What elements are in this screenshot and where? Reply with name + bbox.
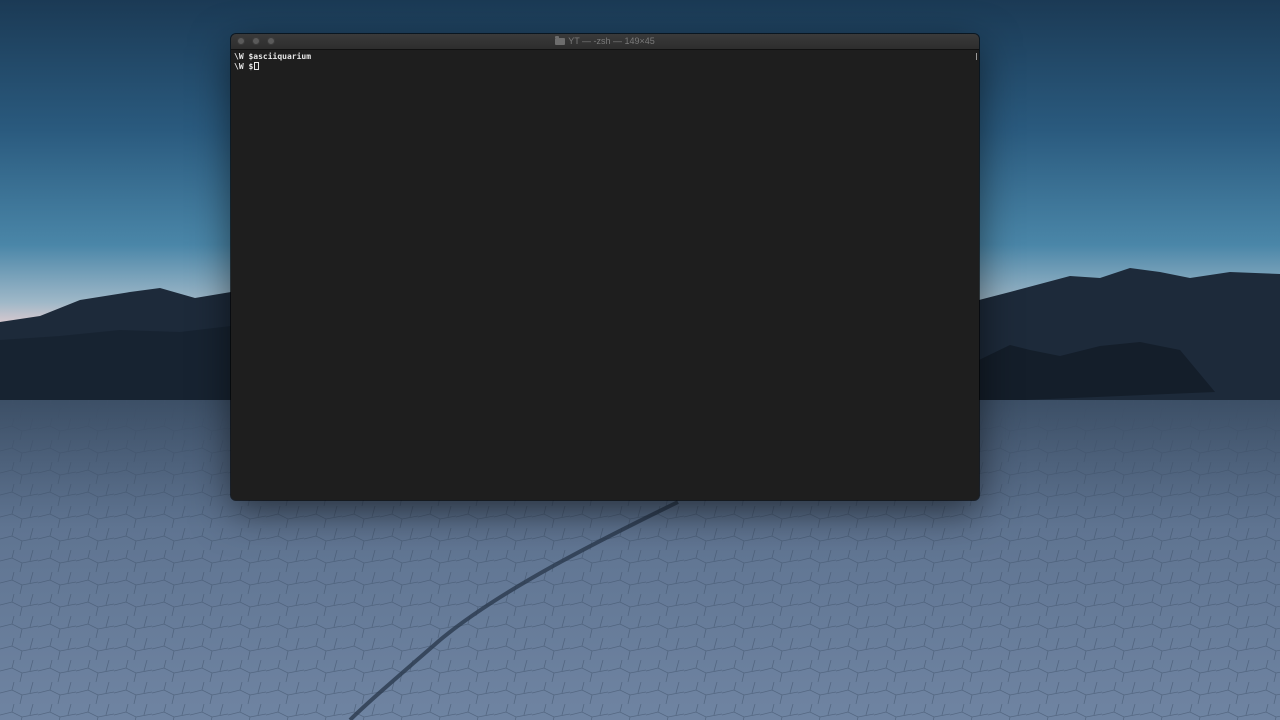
prompt: \W $ xyxy=(234,62,254,71)
window-title-text: YT — -zsh — 149×45 xyxy=(568,36,655,46)
text-cursor xyxy=(254,62,260,70)
desktop: YT — -zsh — 149×45 \W $asciiquarium \W $ xyxy=(0,0,1280,720)
window-titlebar[interactable]: YT — -zsh — 149×45 xyxy=(231,34,979,50)
scroll-indicator[interactable] xyxy=(976,53,977,60)
terminal-line: \W $ xyxy=(234,62,976,72)
terminal-window[interactable]: YT — -zsh — 149×45 \W $asciiquarium \W $ xyxy=(231,34,979,500)
prompt: \W $ xyxy=(234,52,254,61)
command-text: asciiquarium xyxy=(253,52,312,61)
terminal-output[interactable]: \W $asciiquarium \W $ xyxy=(231,50,979,500)
folder-icon xyxy=(555,36,566,45)
terminal-line: \W $asciiquarium xyxy=(234,52,976,62)
window-title: YT — -zsh — 149×45 xyxy=(231,35,979,48)
